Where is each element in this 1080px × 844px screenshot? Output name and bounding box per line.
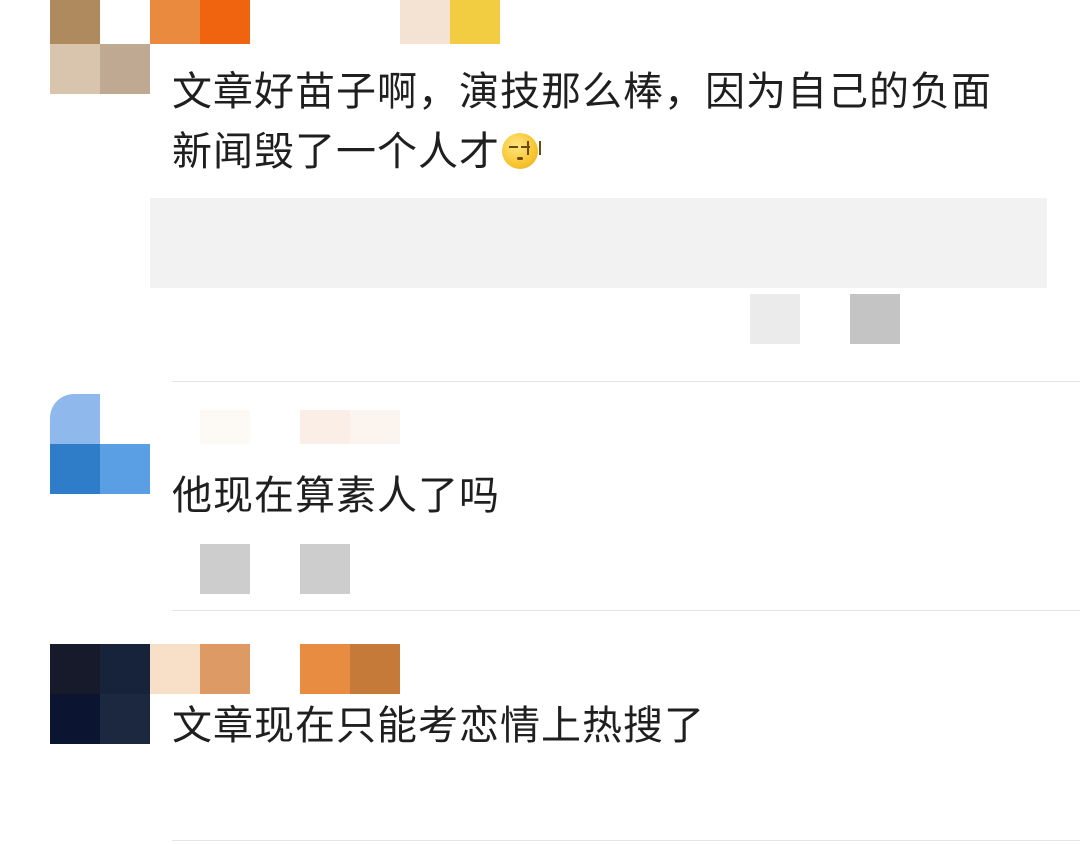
comment-divider [172,381,1080,382]
comment-body: 文章好苗子啊，演技那么棒，因为自己的负面新闻毁了一个人才 [172,69,992,175]
comment-divider [172,840,1080,841]
comment-action-mosaic[interactable] [200,544,350,594]
comment-thread: 文章好苗子啊，演技那么棒，因为自己的负面新闻毁了一个人才 他现在算素人了吗 文章… [0,0,1080,844]
username-mosaic[interactable] [150,0,250,44]
sweat-smile-face-icon [502,133,541,169]
avatar[interactable] [50,644,150,744]
badge-mosaic [400,0,500,44]
comment-divider [172,610,1080,611]
comment-text: 文章现在只能考恋情上热搜了 [172,703,705,749]
comment-text: 文章好苗子啊，演技那么棒，因为自己的负面新闻毁了一个人才 [172,62,1032,182]
username-mosaic[interactable] [150,644,400,694]
comment-action-mosaic[interactable] [750,294,900,344]
username-mosaic[interactable] [200,410,400,444]
comment-text: 他现在算素人了吗 [172,473,500,519]
reply-preview-box[interactable] [150,198,1047,288]
avatar[interactable] [50,0,150,94]
avatar[interactable] [50,394,150,494]
